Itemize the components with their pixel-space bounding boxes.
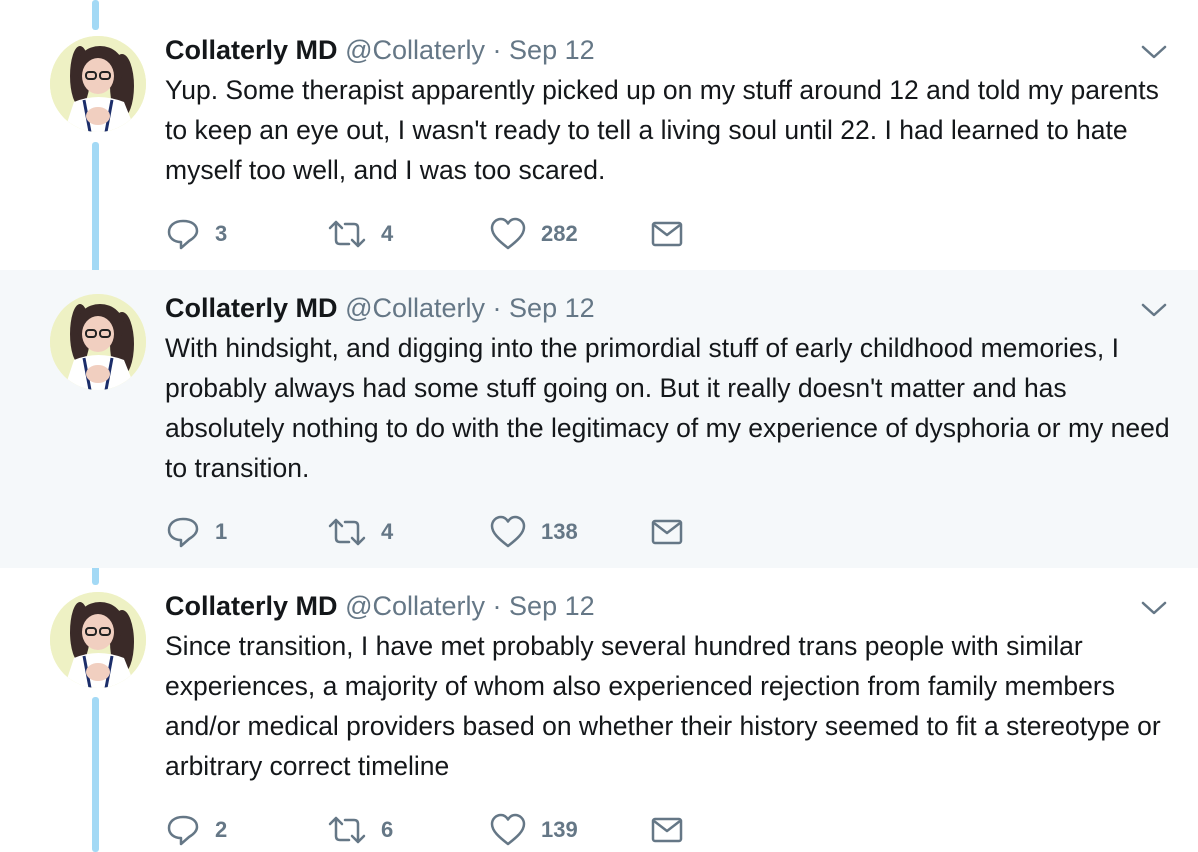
like-button[interactable]: 139	[489, 810, 578, 850]
reply-button[interactable]: 3	[165, 214, 227, 254]
header-separator: ·	[492, 293, 502, 323]
direct-message-button[interactable]	[651, 810, 683, 850]
retweet-button[interactable]: 4	[327, 214, 393, 254]
chevron-down-icon[interactable]	[1140, 300, 1168, 320]
retweet-icon	[328, 816, 366, 844]
reply-icon	[167, 517, 199, 548]
tweet-date[interactable]: Sep 12	[509, 293, 595, 323]
reply-button[interactable]: 2	[165, 810, 227, 850]
tweet-3[interactable]: Collaterly MD @Collaterly · Sep 12 Since…	[0, 568, 1198, 852]
display-name[interactable]: Collaterly MD	[165, 591, 338, 621]
retweet-button[interactable]: 4	[327, 512, 393, 552]
avatar-image	[50, 592, 146, 688]
reply-icon	[167, 815, 199, 846]
display-name[interactable]: Collaterly MD	[165, 35, 338, 65]
chevron-down-icon[interactable]	[1140, 598, 1168, 618]
tweet-text: Yup. Some therapist apparently picked up…	[165, 75, 1159, 185]
retweet-count: 6	[381, 817, 394, 842]
tweet-header: Collaterly MD @Collaterly · Sep 12	[165, 590, 595, 622]
header-separator: ·	[492, 35, 502, 65]
tweet-2[interactable]: Collaterly MD @Collaterly · Sep 12 With …	[0, 270, 1198, 568]
user-handle[interactable]: @Collaterly	[345, 35, 485, 65]
like-button[interactable]: 138	[489, 512, 578, 552]
reply-count: 1	[215, 519, 228, 544]
retweet-icon	[328, 220, 366, 248]
avatar[interactable]	[50, 592, 146, 688]
like-icon	[490, 515, 526, 548]
tweet-header: Collaterly MD @Collaterly · Sep 12	[165, 34, 595, 66]
reply-count: 3	[215, 221, 228, 246]
display-name[interactable]: Collaterly MD	[165, 293, 338, 323]
avatar[interactable]	[50, 36, 146, 132]
tweet-header: Collaterly MD @Collaterly · Sep 12	[165, 292, 595, 324]
user-handle[interactable]: @Collaterly	[345, 293, 485, 323]
tweet-date[interactable]: Sep 12	[509, 35, 595, 65]
like-icon	[490, 217, 526, 250]
direct-message-icon	[651, 817, 683, 843]
reply-count: 2	[215, 817, 228, 842]
direct-message-button[interactable]	[651, 512, 683, 552]
retweet-button[interactable]: 6	[327, 810, 393, 850]
like-count: 282	[541, 221, 578, 246]
user-handle[interactable]: @Collaterly	[345, 591, 485, 621]
retweet-count: 4	[381, 519, 394, 544]
reply-button[interactable]: 1	[165, 512, 227, 552]
retweet-icon	[328, 518, 366, 546]
like-count: 138	[541, 519, 578, 544]
reply-icon	[167, 219, 199, 250]
direct-message-icon	[651, 221, 683, 247]
avatar-image	[50, 294, 146, 390]
avatar-image	[50, 36, 146, 132]
retweet-count: 4	[381, 221, 394, 246]
tweet-1[interactable]: Collaterly MD @Collaterly · Sep 12 Yup. …	[0, 0, 1198, 270]
like-button[interactable]: 282	[489, 214, 578, 254]
like-icon	[490, 813, 526, 846]
tweet-text: With hindsight, and digging into the pri…	[165, 333, 1170, 483]
tweet-date[interactable]: Sep 12	[509, 591, 595, 621]
like-count: 139	[541, 817, 578, 842]
direct-message-button[interactable]	[651, 214, 683, 254]
header-separator: ·	[492, 591, 502, 621]
tweet-text: Since transition, I have met probably se…	[165, 631, 1161, 781]
direct-message-icon	[651, 519, 683, 545]
avatar[interactable]	[50, 294, 146, 390]
chevron-down-icon[interactable]	[1140, 42, 1168, 62]
